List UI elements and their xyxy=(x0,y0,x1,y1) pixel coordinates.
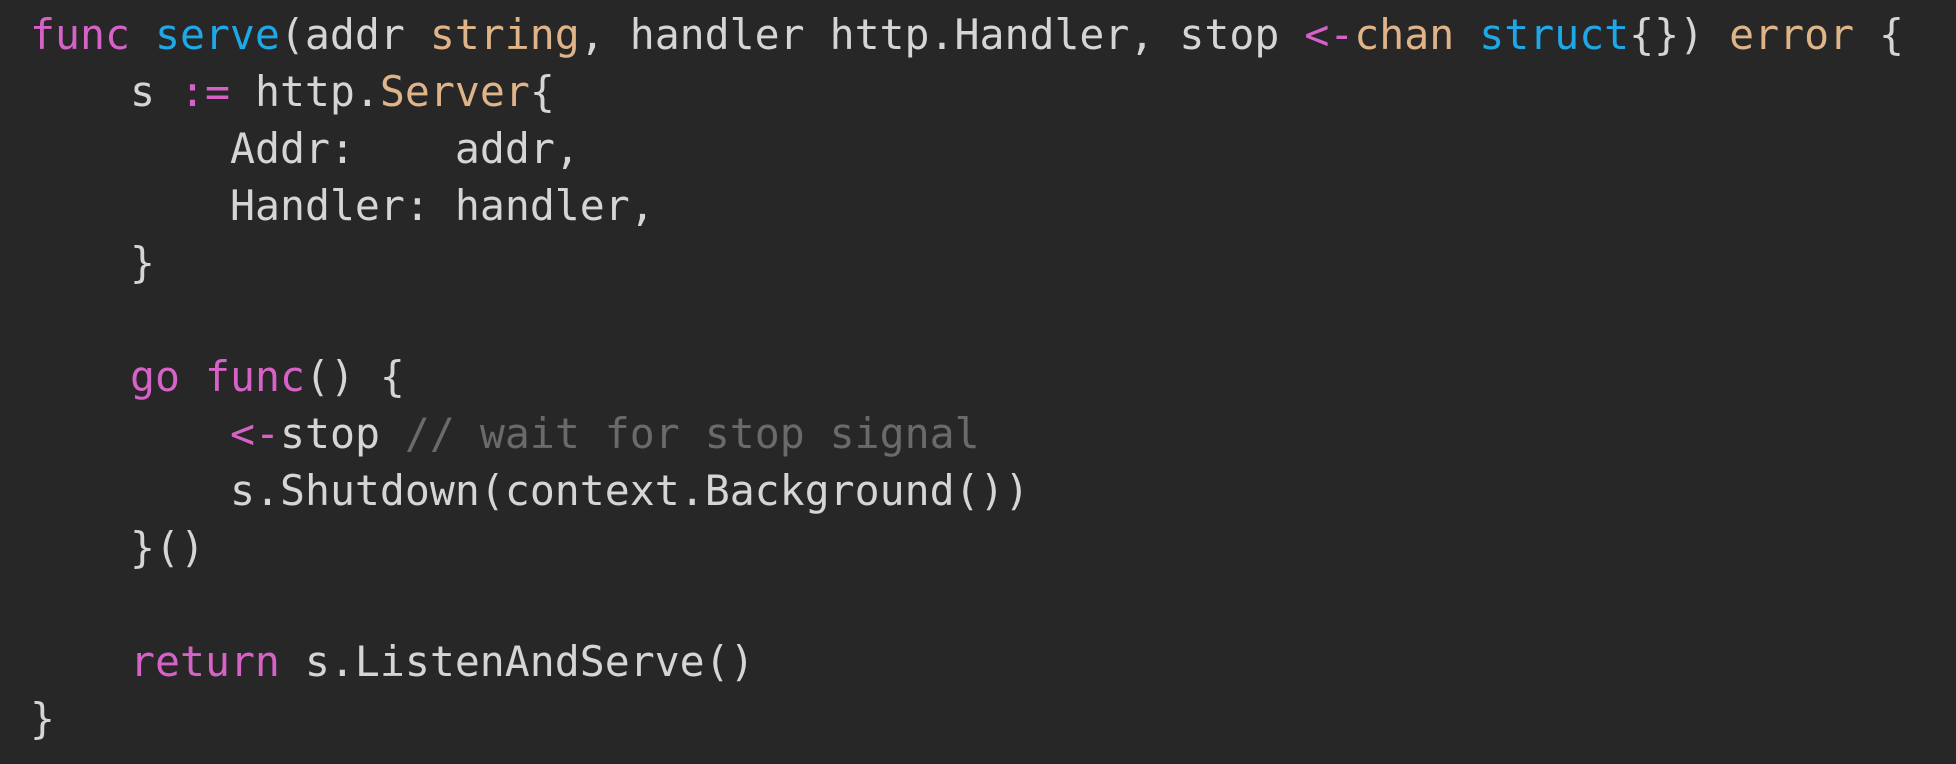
code-token-type: Server xyxy=(379,67,530,116)
code-token-function: struct xyxy=(1479,10,1630,59)
code-line: <-stop // wait for stop signal xyxy=(30,405,1956,462)
code-token-keyword: := xyxy=(179,67,230,116)
code-token-plain: (addr xyxy=(279,10,430,59)
code-token-keyword: return xyxy=(130,637,280,686)
code-token-plain: s xyxy=(130,67,180,116)
code-line: return s.ListenAndServe() xyxy=(30,633,1956,690)
code-token-plain: () { xyxy=(304,352,405,401)
code-token-plain: { xyxy=(1854,10,1905,59)
code-token-plain: {}) xyxy=(1629,10,1730,59)
code-line: Addr: addr, xyxy=(30,120,1956,177)
code-line: s.Shutdown(context.Background()) xyxy=(30,462,1956,519)
code-token-type: error xyxy=(1729,10,1855,59)
code-line: }() xyxy=(30,519,1956,576)
code-token-keyword: <- xyxy=(230,409,280,458)
code-token-type: string xyxy=(429,10,580,59)
code-line: Handler: handler, xyxy=(30,177,1956,234)
code-line: } xyxy=(30,234,1956,291)
code-line: go func() { xyxy=(30,348,1956,405)
code-token-keyword: func xyxy=(204,352,305,401)
code-token-plain: } xyxy=(130,238,155,287)
code-token-type: chan xyxy=(1354,10,1455,59)
code-line: } xyxy=(30,690,1956,747)
code-editor[interactable]: func serve(addr string, handler http.Han… xyxy=(0,0,1956,764)
code-token-plain: stop xyxy=(279,409,405,458)
code-line: func serve(addr string, handler http.Han… xyxy=(30,6,1956,63)
code-token-plain: s.ListenAndServe() xyxy=(279,637,755,686)
code-token-keyword: go xyxy=(130,352,180,401)
code-token-plain: s.Shutdown(context.Background()) xyxy=(230,466,1030,515)
code-token-plain: { xyxy=(529,67,555,116)
code-token-plain: , handler http.Handler, stop xyxy=(579,10,1305,59)
code-token-function: serve xyxy=(154,10,280,59)
code-token-plain: Handler: handler, xyxy=(230,181,655,230)
code-token-keyword: func xyxy=(30,10,130,59)
code-line: s := http.Server{ xyxy=(30,63,1956,120)
code-token-plain: http. xyxy=(229,67,380,116)
code-token-plain: }() xyxy=(130,523,205,572)
code-token-keyword: <- xyxy=(1304,10,1355,59)
code-token-plain: } xyxy=(30,694,55,743)
code-token-comment: // wait for stop signal xyxy=(404,409,980,458)
code-token-plain: Addr: addr, xyxy=(230,124,580,173)
